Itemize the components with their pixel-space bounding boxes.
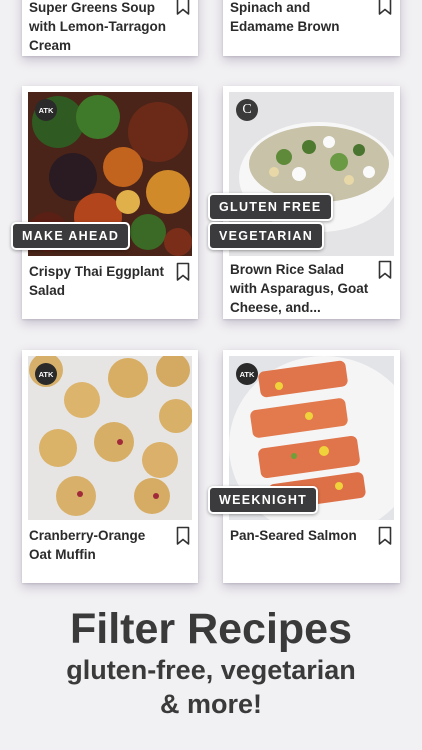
- recipe-title: Super Greens Soup with Lemon-Tarragon Cr…: [29, 0, 166, 53]
- recipe-card-cranberry-muffin[interactable]: ATK Cranberry-Orange Oat Muffin: [22, 350, 198, 583]
- cooks-country-badge: C: [236, 99, 258, 121]
- bookmark-icon[interactable]: [378, 0, 392, 16]
- promo-headline: Filter Recipes: [70, 605, 352, 653]
- recipe-card-spinach-edamame[interactable]: Spinach and Edamame Brown: [223, 0, 400, 56]
- recipe-photo-muffins: ATK: [28, 356, 192, 520]
- bookmark-icon[interactable]: [176, 526, 190, 546]
- bookmark-icon[interactable]: [176, 262, 190, 282]
- recipe-card-pan-seared-salmon[interactable]: ATK Pan-Seared Salmon: [223, 350, 400, 583]
- tag-weeknight: WEEKNIGHT: [208, 486, 319, 514]
- bookmark-icon[interactable]: [378, 526, 392, 546]
- atk-badge: ATK: [236, 363, 258, 385]
- recipe-title: Crispy Thai Eggplant Salad: [29, 264, 165, 298]
- recipe-title: Pan-Seared Salmon: [230, 528, 357, 543]
- promo-subline: gluten-free, vegetarian: [66, 655, 356, 685]
- bookmark-icon[interactable]: [176, 0, 190, 16]
- tag-gluten-free: GLUTEN FREE: [208, 193, 333, 221]
- promo-subline: & more!: [159, 689, 262, 719]
- recipe-title: Cranberry-Orange Oat Muffin: [29, 528, 146, 562]
- bookmark-icon[interactable]: [378, 260, 392, 280]
- tag-vegetarian: VEGETARIAN: [208, 222, 325, 250]
- atk-badge: ATK: [35, 363, 57, 385]
- tag-make-ahead: MAKE AHEAD: [11, 222, 131, 250]
- recipe-title: Spinach and Edamame Brown: [230, 0, 340, 34]
- recipe-card-crispy-thai-eggplant[interactable]: ATK Crispy Thai Eggplant Salad: [22, 86, 198, 319]
- atk-badge: ATK: [35, 99, 57, 121]
- recipe-card-super-greens-soup[interactable]: Super Greens Soup with Lemon-Tarragon Cr…: [22, 0, 198, 56]
- recipe-title: Brown Rice Salad with Asparagus, Goat Ch…: [230, 262, 369, 315]
